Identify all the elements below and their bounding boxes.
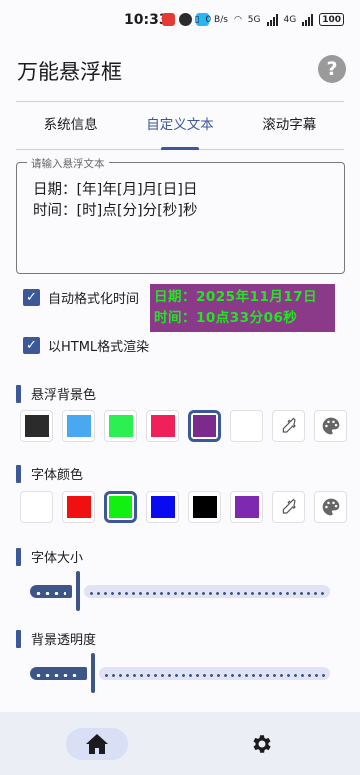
auto-format-option[interactable]: ✓ 自动格式化时间 <box>23 288 139 307</box>
slider-track-active <box>30 585 72 598</box>
tab-custom-text[interactable]: 自定义文本 <box>125 102 234 150</box>
font-size-label: 字体大小 <box>31 551 84 566</box>
signal-icon <box>266 13 278 26</box>
nav-home[interactable] <box>66 728 128 760</box>
bg-swatch-4[interactable] <box>146 410 179 442</box>
page-title: 万能悬浮框 <box>17 60 122 84</box>
auto-format-label: 自动格式化时间 <box>48 292 140 307</box>
font-eyedropper-button[interactable] <box>272 491 305 523</box>
bg-opacity-section: 背景透明度 <box>16 629 96 648</box>
eyedropper-icon <box>282 417 296 433</box>
video-app-icon <box>162 13 175 26</box>
net-type-5g: 5G <box>247 14 261 25</box>
vibrate-icon: ▯ <box>194 14 200 25</box>
system-icons: ▯ 0 B/s ◠ 5G 4G 100 <box>194 13 344 26</box>
section-marker <box>16 547 21 566</box>
network-speed: 0 B/s <box>205 14 228 25</box>
slider-thumb[interactable] <box>76 571 80 611</box>
eyedropper-icon <box>282 498 296 514</box>
palette-icon <box>322 498 339 516</box>
bg-opacity-slider[interactable] <box>30 653 330 693</box>
slider-track-inactive <box>99 667 330 680</box>
font-swatch-1[interactable] <box>20 491 53 523</box>
float-text-value[interactable]: 日期：[年]年[月]月[日]日 时间：[时]点[分]分[秒]秒 <box>33 180 197 222</box>
html-render-option[interactable]: ✓ 以HTML格式渲染 <box>23 336 149 355</box>
app-notification-icon <box>179 13 192 26</box>
font-palette-button[interactable] <box>314 491 347 523</box>
home-icon <box>86 734 108 754</box>
float-text-input[interactable]: 请输入悬浮文本 日期：[年]年[月]月[日]日 时间：[时]点[分]分[秒]秒 <box>16 156 345 274</box>
nav-settings[interactable] <box>231 728 293 760</box>
font-swatch-5[interactable] <box>188 491 221 523</box>
battery-icon: 100 <box>319 13 344 26</box>
html-render-checkbox[interactable]: ✓ <box>23 337 40 354</box>
status-bar: 10:33 ▯ 0 B/s ◠ 5G 4G 100 <box>0 0 360 40</box>
font-color-swatches <box>20 491 347 523</box>
bg-swatch-2[interactable] <box>62 410 95 442</box>
tab-marquee[interactable]: 滚动字幕 <box>235 102 344 149</box>
section-marker <box>16 464 21 483</box>
tab-bar: 系统信息 自定义文本 滚动字幕 <box>16 102 344 150</box>
bg-color-swatches <box>20 410 347 442</box>
bg-swatch-3[interactable] <box>104 410 137 442</box>
font-size-slider[interactable] <box>30 571 330 611</box>
tab-system-info[interactable]: 系统信息 <box>16 102 125 149</box>
font-size-section: 字体大小 <box>16 547 83 566</box>
battery-level: 100 <box>322 14 341 25</box>
bg-swatch-5[interactable] <box>188 410 221 442</box>
section-marker <box>16 384 21 403</box>
question-circle-icon: ? <box>326 58 338 80</box>
font-color-section: 字体颜色 <box>16 464 83 483</box>
bg-eyedropper-button[interactable] <box>272 410 305 442</box>
slider-track-inactive <box>84 585 330 598</box>
auto-format-checkbox[interactable]: ✓ <box>23 289 40 306</box>
net-type-4g: 4G <box>283 14 297 25</box>
bg-opacity-label: 背景透明度 <box>31 633 97 648</box>
font-swatch-2[interactable] <box>62 491 95 523</box>
help-button[interactable]: ? <box>318 55 346 83</box>
slider-track-active <box>30 667 87 680</box>
font-swatch-3[interactable] <box>104 491 137 523</box>
palette-icon <box>322 417 339 435</box>
bg-swatch-1[interactable] <box>20 410 53 442</box>
bg-color-section: 悬浮背景色 <box>16 384 96 403</box>
slider-thumb[interactable] <box>91 653 95 693</box>
font-swatch-6[interactable] <box>230 491 263 523</box>
float-preview: 日期：2025年11月17日 时间：10点33分06秒 <box>150 284 335 332</box>
bg-swatch-6[interactable] <box>230 410 263 442</box>
wifi-icon: ◠ <box>233 14 242 25</box>
bg-palette-button[interactable] <box>314 410 347 442</box>
bg-color-label: 悬浮背景色 <box>31 388 97 403</box>
bottom-navigation <box>0 712 360 775</box>
gear-icon <box>253 735 271 753</box>
float-text-label: 请输入悬浮文本 <box>27 156 109 171</box>
font-swatch-4[interactable] <box>146 491 179 523</box>
section-marker <box>16 629 21 648</box>
html-render-label: 以HTML格式渲染 <box>48 340 150 355</box>
signal-icon-2 <box>302 13 314 26</box>
font-color-label: 字体颜色 <box>31 468 84 483</box>
